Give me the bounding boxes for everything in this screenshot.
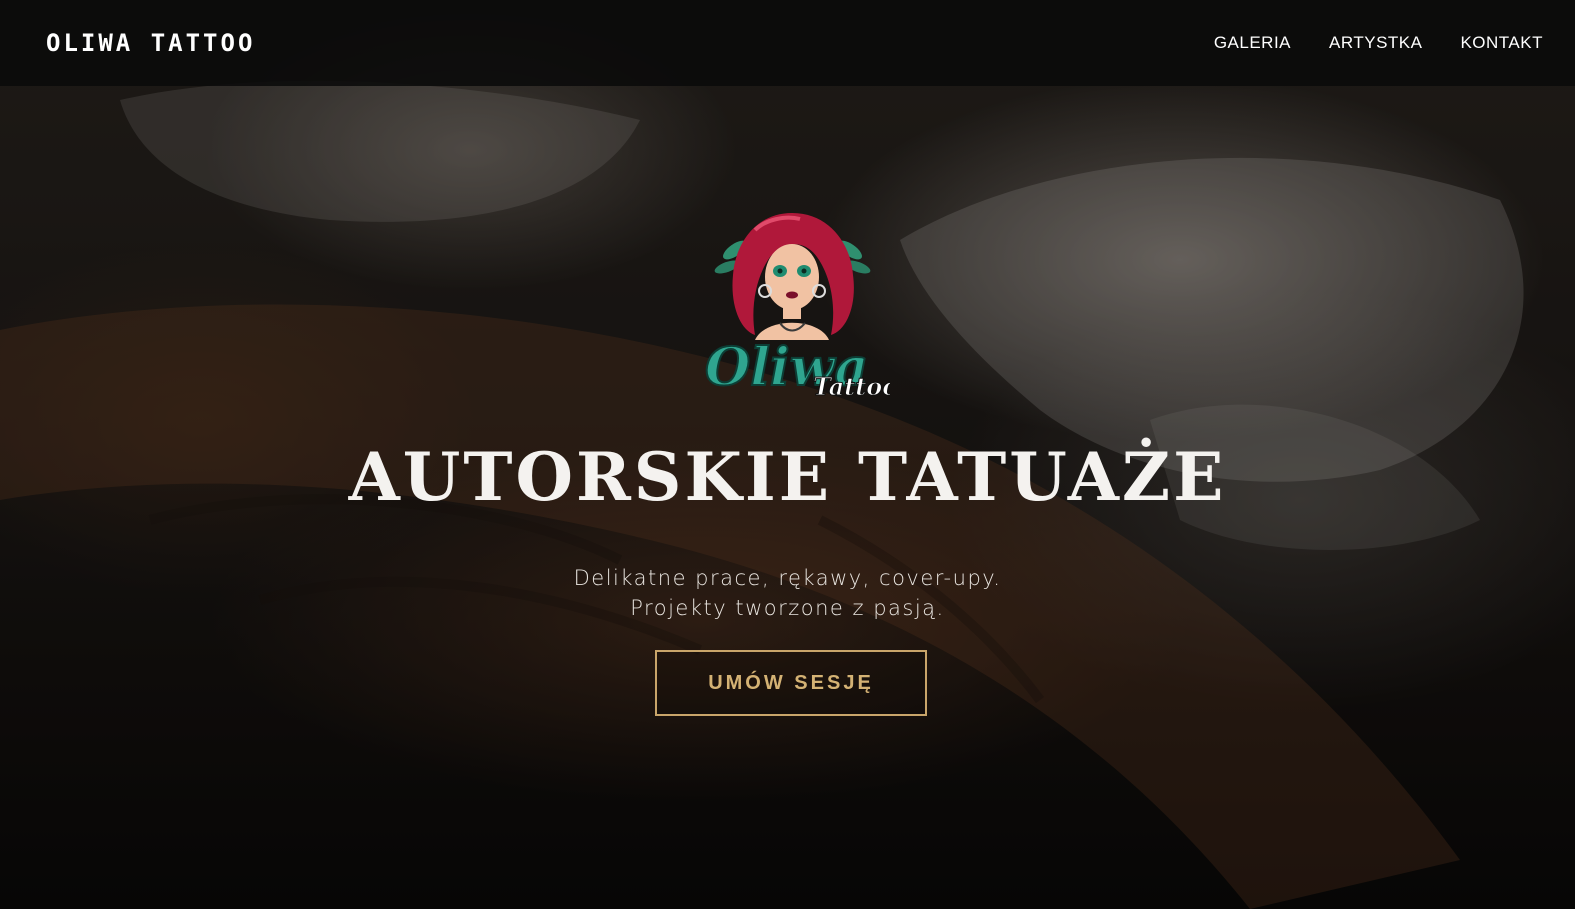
- top-navigation-bar: OLIWA TATTOO GALERIA ARTYSTKA KONTAKT: [0, 0, 1575, 86]
- nav-link-galeria[interactable]: GALERIA: [1214, 33, 1291, 53]
- nav-link-kontakt[interactable]: KONTAKT: [1460, 33, 1543, 53]
- hero-headline: AUTORSKIE TATUAŻE: [348, 438, 1227, 516]
- hero-subtitle-line-1: Delikatne prace, rękawy, cover-upy.: [573, 566, 1002, 590]
- logo-text-sub: Tattoo: [813, 372, 890, 401]
- book-session-button[interactable]: UMÓW SESJĘ: [655, 650, 927, 716]
- nav-links: GALERIA ARTYSTKA KONTAKT: [1214, 33, 1543, 53]
- hero-subtitle-line-2: Projekty tworzone z pasją.: [630, 596, 945, 620]
- hero-subtitle: Delikatne prace, rękawy, cover-upy. Proj…: [0, 563, 1575, 623]
- tattoo-girl-logo-icon: Oliwa Tattoo: [695, 205, 899, 415]
- logo-illustration: Oliwa Tattoo: [704, 213, 899, 402]
- nav-link-artystka[interactable]: ARTYSTKA: [1329, 33, 1422, 53]
- brand-logo-link[interactable]: OLIWA TATTOO: [46, 29, 255, 57]
